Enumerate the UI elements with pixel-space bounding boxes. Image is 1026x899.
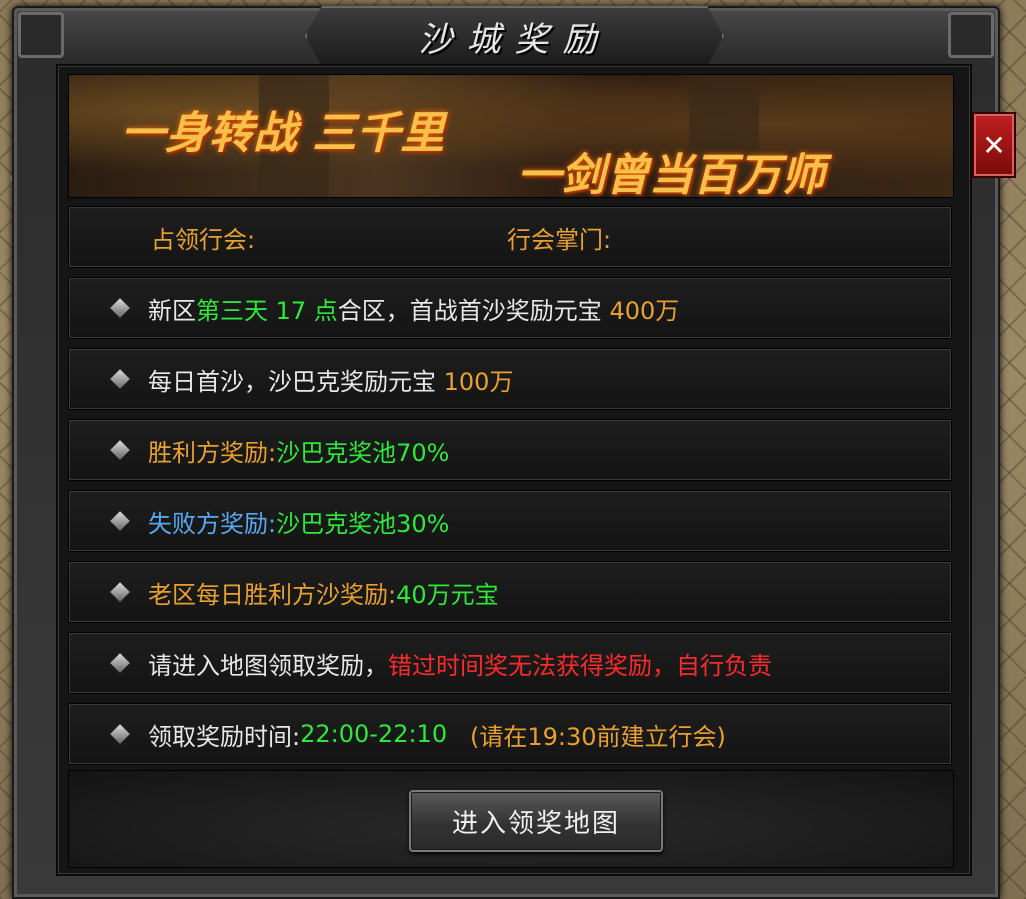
rule-text-segment: 胜利方奖励:: [148, 438, 277, 467]
diamond-bullet-icon: [108, 651, 132, 675]
action-area: 进入领奖地图: [68, 770, 954, 868]
reward-rule-row: 新区 第三天 17 点合区，首战首沙奖励元宝 400万: [68, 277, 952, 339]
title-plate: 沙城奖励: [305, 6, 724, 66]
reward-rule-row: 领取奖励时间: 22:00-22:10 (请在19:30前建立行会): [68, 703, 952, 765]
reward-rules-list: 占领行会: 行会掌门: 新区 第三天 17 点合区，首战首沙奖励元宝 400万 每日…: [68, 206, 952, 774]
rule-text-segment: 新区: [148, 296, 196, 325]
frame-corner-right: [948, 12, 994, 58]
rule-text-segment: 错过时间奖无法获得奖励，自行负责: [388, 651, 772, 680]
rule-text-segment: 每日首沙，沙巴克奖励元宝: [148, 367, 444, 396]
rule-text-segment: 22:00-22:10: [300, 720, 448, 748]
diamond-bullet-icon: [108, 580, 132, 604]
reward-rule-row: 每日首沙，沙巴克奖励元宝 100万: [68, 348, 952, 410]
rule-text-segment: 40万元宝: [396, 580, 499, 609]
guild-leader-label: 行会掌门:: [507, 225, 612, 254]
diamond-bullet-icon: [108, 722, 132, 746]
rule-text-segment: 沙巴克奖池70%: [276, 438, 450, 467]
slogan-banner: 一身转战 三千里 一剑曾当百万师: [68, 74, 954, 198]
panel-title: 沙城奖励: [418, 19, 611, 60]
rule-text-segment: (请在19:30前建立行会): [447, 722, 726, 751]
reward-rule-row: 失败方奖励: 沙巴克奖池30%: [68, 490, 952, 552]
frame-corner-left: [18, 12, 64, 58]
reward-rule-row: 胜利方奖励: 沙巴克奖池70%: [68, 419, 952, 481]
close-button[interactable]: ✕: [972, 112, 1016, 178]
rule-text-segment: 领取奖励时间:: [148, 722, 301, 751]
rule-text-segment: 老区每日胜利方沙奖励:: [148, 580, 397, 609]
rule-text-segment: 400万: [609, 296, 680, 325]
diamond-bullet-icon: [108, 367, 132, 391]
banner-slogan-line-1: 一身转战 三千里: [121, 108, 445, 159]
rule-text-segment: 第三天 17 点: [196, 296, 338, 325]
panel-content: 一身转战 三千里 一剑曾当百万师 占领行会: 行会掌门: 新区 第三天 17 点合…: [56, 64, 972, 876]
diamond-bullet-icon: [108, 296, 132, 320]
rule-text-segment: 100万: [443, 367, 514, 396]
reward-rule-row: 请进入地图领取奖励， 错过时间奖无法获得奖励，自行负责: [68, 632, 952, 694]
diamond-bullet-icon: [108, 509, 132, 533]
banner-slogan-line-2: 一剑曾当百万师: [517, 150, 825, 198]
diamond-bullet-icon: [108, 438, 132, 462]
rule-text-segment: 请进入地图领取奖励，: [148, 651, 388, 680]
occupying-guild-label: 占领行会:: [151, 225, 256, 254]
rule-text-segment: 沙巴克奖池30%: [276, 509, 450, 538]
enter-reward-map-button[interactable]: 进入领奖地图: [409, 790, 663, 852]
reward-rule-row: 老区每日胜利方沙奖励: 40万元宝: [68, 561, 952, 623]
guild-header-row: 占领行会: 行会掌门:: [68, 206, 952, 268]
rule-text-segment: 失败方奖励:: [148, 509, 277, 538]
rule-text-segment: 合区，首战首沙奖励元宝: [337, 296, 610, 325]
